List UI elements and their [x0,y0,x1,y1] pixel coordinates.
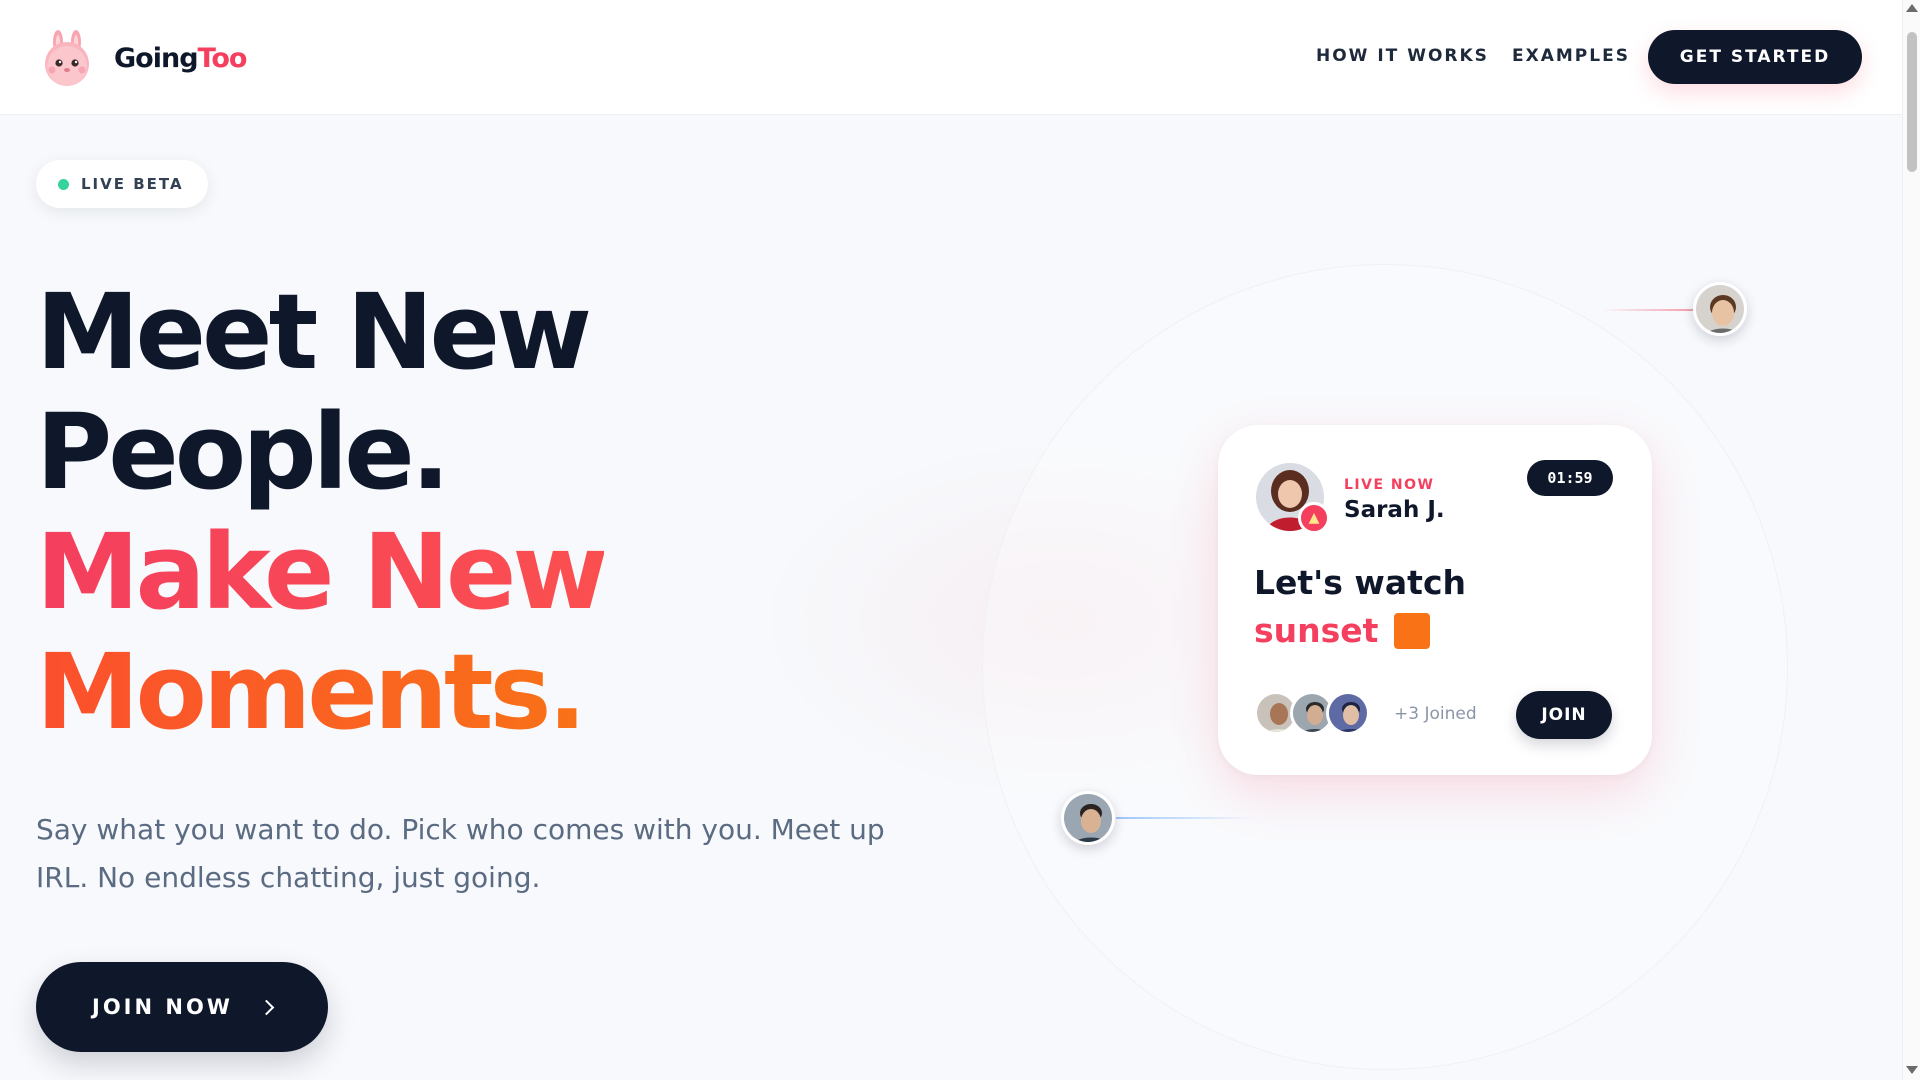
status-dot [58,178,69,190]
get-started-button[interactable]: GET STARTED [1648,30,1862,84]
join-button[interactable]: JOIN [1516,691,1612,739]
logo-text-too: Too [197,42,248,74]
connector-line-bottom [1116,817,1256,819]
site-header: GoingToo HOW IT WORKS EXAMPLES GET START… [0,0,1902,115]
joined-avatars [1254,691,1370,735]
scroll-thumb[interactable] [1907,32,1917,172]
hero-title-line-4: Moments. [36,632,604,752]
badge-label: LIVE BETA [81,175,184,193]
activity-text-line-1: Let's watch [1254,563,1467,602]
live-status: LIVE NOW [1344,477,1435,493]
activity-text-line-2: sunset [1254,611,1431,650]
hero-title-line-3: Make New [36,511,608,633]
hero-title-line-2: People. [36,391,450,513]
hero-title: Meet New People. Make New Moments. [36,271,608,752]
live-activity-card[interactable]: ▲ LIVE NOW Sarah J. 01:59 Let's watch su… [1218,425,1652,775]
scrollbar[interactable] [1902,0,1920,1080]
nav-how-it-works-label[interactable]: HOW IT WORKS [1316,46,1489,66]
hero-title-line-1: Meet New [36,271,592,393]
floating-avatar-bottom [1061,791,1115,845]
nav-examples-label[interactable]: EXAMPLES [1512,46,1630,66]
nav-how-it-works[interactable]: HOW IT WORKS [1316,46,1489,66]
nav-examples[interactable]: EXAMPLES [1512,46,1630,66]
logo-text: GoingToo [114,42,248,74]
scroll-down-arrow-icon[interactable] [1906,1066,1918,1074]
joined-avatar [1326,691,1370,735]
floating-avatar-top [1693,282,1747,336]
joined-count: +3 Joined [1394,704,1477,724]
fire-icon: ▲ [1298,502,1330,534]
countdown-timer: 01:59 [1527,460,1613,496]
sunset-emoji-icon [1394,612,1431,649]
host-name: Sarah J. [1344,497,1445,523]
bunny-logo-icon [38,28,98,88]
join-now-button[interactable]: JOIN NOW [36,962,328,1052]
chevron-right-icon [258,999,275,1015]
connector-line-top [1602,309,1694,311]
logo[interactable]: GoingToo [38,28,248,88]
hero-subtitle: Say what you want to do. Pick who comes … [36,813,885,894]
join-now-label: JOIN NOW [92,995,233,1019]
live-beta-badge: LIVE BETA [36,160,208,208]
activity-keyword: sunset [1254,611,1379,650]
scroll-up-arrow-icon[interactable] [1906,4,1918,12]
logo-text-going: Going [114,42,199,74]
